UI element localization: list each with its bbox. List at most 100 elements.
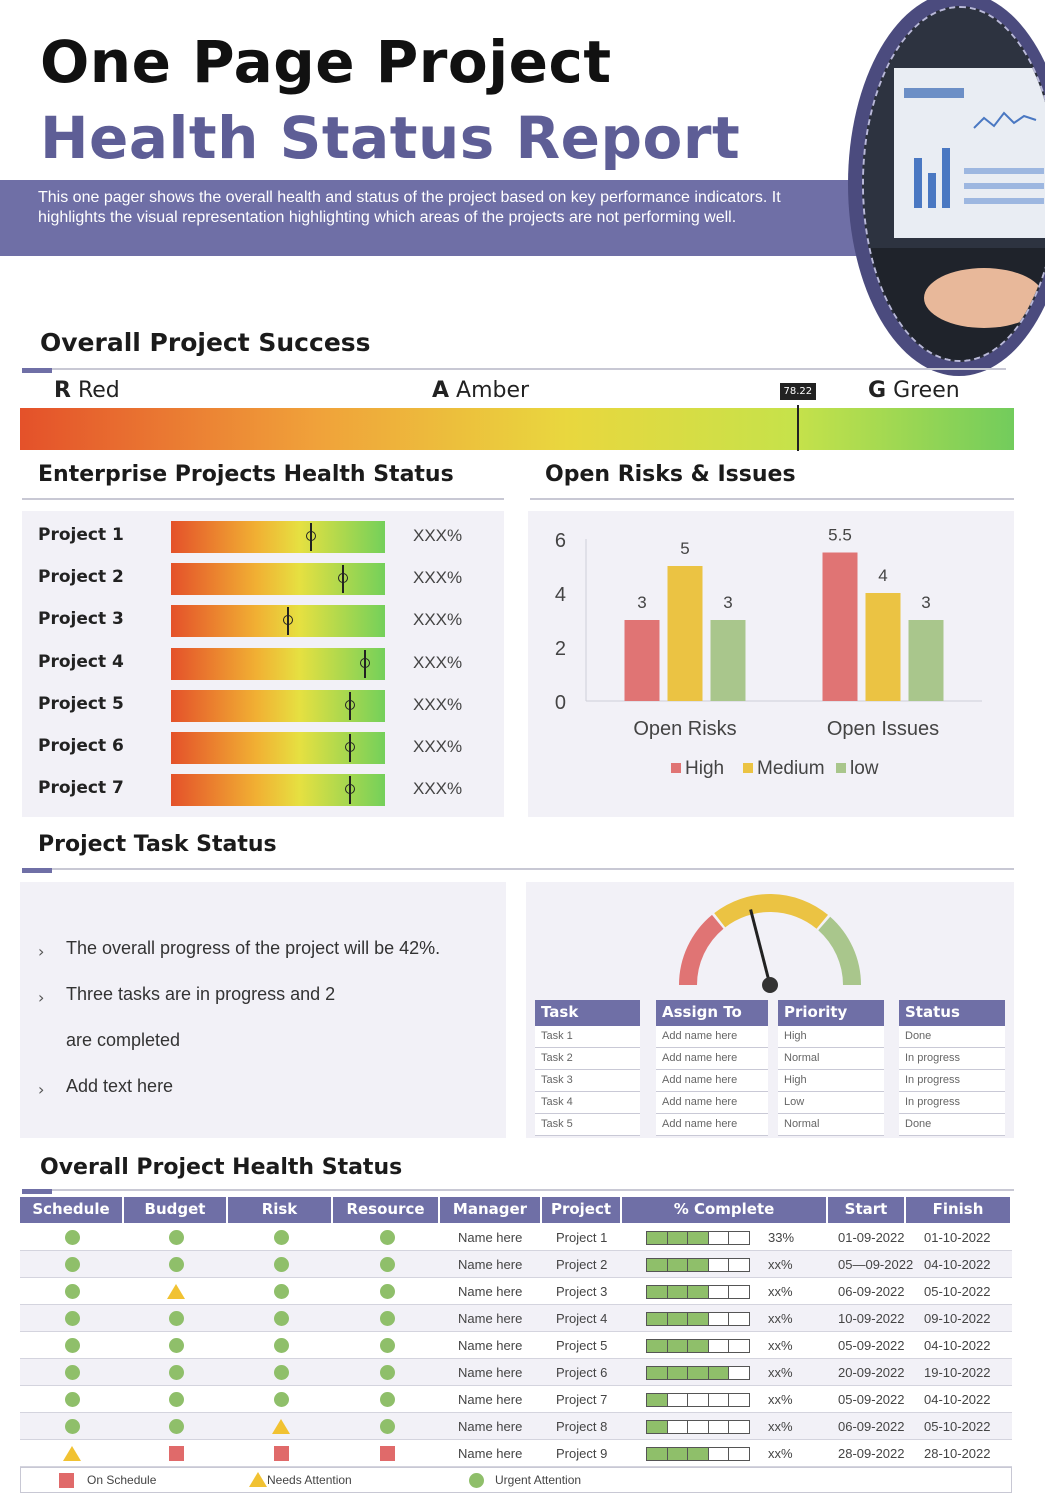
project-cell: Project 9 xyxy=(556,1446,608,1461)
project-health-bar xyxy=(171,647,385,680)
start-date-cell: 01-09-2022 xyxy=(838,1230,905,1245)
progress-segment xyxy=(688,1286,709,1298)
rag-marker xyxy=(796,405,799,451)
manager-cell: Name here xyxy=(458,1257,523,1272)
laptop-photo xyxy=(862,6,1045,362)
bullet-text: Add text here xyxy=(66,1076,174,1096)
manager-cell: Name here xyxy=(458,1284,523,1299)
progress-segment xyxy=(647,1259,668,1271)
task-table-header: Status xyxy=(899,1000,1005,1026)
x-category-label: Open Risks xyxy=(633,718,736,740)
rag-label-red: R Red xyxy=(54,378,120,403)
project-cell: Project 2 xyxy=(556,1257,608,1272)
urgent-attention-icon xyxy=(65,1365,80,1380)
project-health-marker xyxy=(338,565,349,594)
progress-segment xyxy=(708,1448,730,1460)
needs-attention-legend-icon xyxy=(249,1472,267,1487)
progress-segment xyxy=(729,1367,749,1379)
urgent-attention-icon xyxy=(379,1392,395,1407)
task-table-cell: Low xyxy=(778,1092,884,1114)
progress-segment xyxy=(688,1232,709,1244)
gauge-hub xyxy=(762,977,778,993)
health-title: Overall Project Health Status xyxy=(40,1155,403,1180)
task-table-column: Assign To Add name here Add name here Add n… xyxy=(656,1000,768,1136)
start-date-cell: 10-09-2022 xyxy=(838,1311,905,1326)
bar-low xyxy=(710,620,746,701)
urgent-attention-icon xyxy=(379,1365,395,1380)
project-cell: Project 1 xyxy=(556,1230,608,1245)
project-name: Project 3 xyxy=(38,609,124,630)
progress-segment xyxy=(647,1286,668,1298)
project-health-marker xyxy=(359,649,370,678)
risks-bar-chart: 0 2 4 6 3 5 3 Open Risks 5.5 4 3 Open Issues High Med… xyxy=(555,526,982,779)
bar-high xyxy=(822,552,858,701)
divider xyxy=(22,1189,1014,1191)
progress-segment xyxy=(729,1421,749,1433)
progress-segment xyxy=(667,1286,689,1298)
progress-segment xyxy=(708,1421,730,1433)
progress-segment xyxy=(647,1232,668,1244)
percent-complete-bar xyxy=(646,1312,750,1326)
urgent-attention-icon xyxy=(273,1257,289,1272)
urgent-attention-icon xyxy=(273,1392,289,1407)
urgent-attention-icon xyxy=(273,1311,289,1326)
finish-date-cell: 04-10-2022 xyxy=(924,1338,991,1353)
y-tick-label: 4 xyxy=(555,584,566,606)
progress-segment xyxy=(729,1232,749,1244)
divider xyxy=(22,368,1006,370)
health-table-header: Budget xyxy=(124,1197,228,1223)
progress-gauge xyxy=(679,894,861,993)
project-cell: Project 4 xyxy=(556,1311,608,1326)
project-cell: Project 8 xyxy=(556,1419,608,1434)
health-table-row: Name here Project 5 xx% 05-09-2022 04-10-202… xyxy=(20,1332,1012,1359)
urgent-attention-icon xyxy=(65,1257,80,1272)
project-cell: Project 5 xyxy=(556,1338,608,1353)
rag-marker-value: 78.22 xyxy=(779,383,817,400)
divider-accent xyxy=(22,868,52,873)
project-health-bar xyxy=(171,774,385,807)
project-row: Project 6 XXX% xyxy=(38,732,498,764)
finish-date-cell: 04-10-2022 xyxy=(924,1257,991,1272)
percent-complete-text: xx% xyxy=(768,1392,793,1407)
gauge-segment xyxy=(818,916,861,986)
manager-cell: Name here xyxy=(458,1419,523,1434)
percent-complete-bar xyxy=(646,1393,750,1407)
finish-date-cell: 19-10-2022 xyxy=(924,1365,991,1380)
urgent-attention-icon xyxy=(65,1392,80,1407)
urgent-attention-icon xyxy=(169,1257,184,1272)
task-table-column: Priority High Normal High Low Normal xyxy=(778,1000,884,1136)
project-health-marker xyxy=(344,776,355,805)
start-date-cell: 20-09-2022 xyxy=(838,1365,905,1380)
needs-attention-icon xyxy=(271,1419,290,1434)
progress-segment xyxy=(688,1259,709,1271)
progress-segment xyxy=(688,1421,709,1433)
start-date-cell: 05-09-2022 xyxy=(838,1392,905,1407)
percent-complete-text: 33% xyxy=(768,1230,795,1245)
finish-date-cell: 09-10-2022 xyxy=(924,1311,991,1326)
page-title-line2: Health Status Report xyxy=(40,104,741,172)
bullet-marker: › xyxy=(38,942,45,961)
health-table-header: Finish xyxy=(906,1197,1012,1223)
percent-complete-bar xyxy=(646,1420,750,1434)
task-table-cell: High xyxy=(778,1026,884,1048)
bar-data-label: 3 xyxy=(921,593,930,612)
project-health-marker xyxy=(344,691,355,720)
task-table-column: Task Task 1 Task 2 Task 3 Task 4 Task 5 xyxy=(535,1000,640,1136)
finish-date-cell: 04-10-2022 xyxy=(924,1392,991,1407)
gauge-segment xyxy=(679,914,724,986)
project-row: Project 1 XXX% xyxy=(38,521,498,553)
rag-gradient-bar xyxy=(20,408,1014,450)
urgent-attention-icon xyxy=(65,1419,80,1434)
urgent-attention-icon xyxy=(65,1230,80,1245)
health-table-row: Name here Project 9 xx% 28-09-2022 28-10-202… xyxy=(20,1440,1012,1467)
project-name: Project 7 xyxy=(38,778,124,799)
task-text-panel xyxy=(20,882,506,1138)
project-row: Project 2 XXX% xyxy=(38,563,498,596)
percent-complete-bar xyxy=(646,1366,750,1380)
progress-segment xyxy=(708,1367,730,1379)
task-table-cell: High xyxy=(778,1070,884,1092)
progress-segment xyxy=(647,1340,668,1352)
progress-segment xyxy=(667,1394,689,1406)
manager-cell: Name here xyxy=(458,1365,523,1380)
progress-segment xyxy=(729,1394,749,1406)
